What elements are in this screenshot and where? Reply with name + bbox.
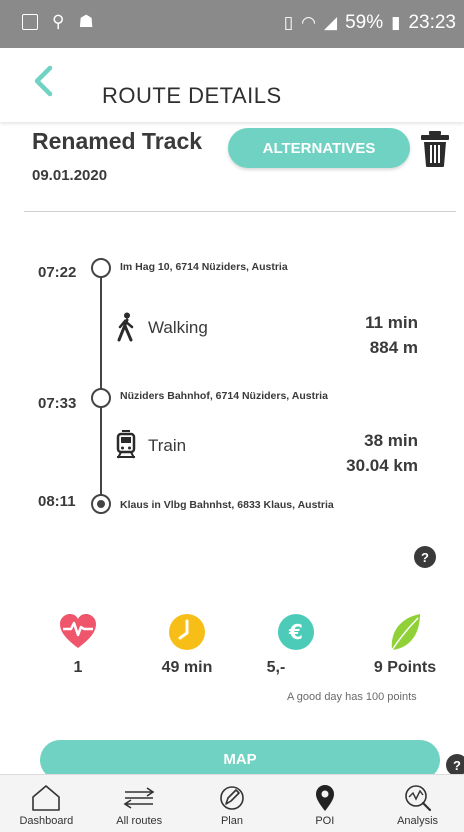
wifi-icon: ◠ <box>301 13 316 32</box>
track-name: Renamed Track <box>32 128 203 154</box>
nav-plan[interactable]: Plan <box>186 775 279 832</box>
nav-all-routes[interactable]: All routes <box>93 775 186 832</box>
train-icon <box>116 430 136 459</box>
leg-distance: 30.04 km <box>346 456 418 475</box>
route-line <box>100 268 102 504</box>
nav-dashboard[interactable]: Dashboard <box>0 775 93 832</box>
leg-duration: 11 min <box>365 313 418 332</box>
nav-label: All routes <box>116 815 163 827</box>
chevron-left-icon <box>34 65 53 97</box>
stop-address: Klaus in Vlbg Bahnhst, 6833 Klaus, Austr… <box>120 499 334 511</box>
help-button[interactable]: ? <box>446 754 464 776</box>
map-pin-icon <box>315 785 334 811</box>
analysis-icon <box>404 785 431 812</box>
android-icon: ☗ <box>78 12 94 31</box>
battery-percent: 59% <box>345 12 384 33</box>
leg-duration: 38 min <box>364 431 418 450</box>
nav-label: POI <box>315 815 335 827</box>
page-title: ROUTE DETAILS <box>102 83 282 108</box>
signal-icon: ◢ <box>323 13 338 32</box>
delete-button[interactable] <box>420 130 450 168</box>
svg-text:€: € <box>288 620 303 644</box>
status-bar: ⚲ ☗ ▯ ◠ ◢ 59% ▮ 23:23 <box>0 0 464 48</box>
home-icon <box>32 785 61 811</box>
battery-icon: ▮ <box>391 13 401 32</box>
health-value: 1 <box>73 659 83 676</box>
leaf-icon <box>391 614 420 651</box>
euro-icon: € <box>278 614 314 650</box>
destination-marker <box>91 494 111 514</box>
points-note: A good day has 100 points <box>287 691 417 703</box>
bottom-nav: Dashboard All routes Plan POI Analysis <box>0 774 464 832</box>
stop-time: 07:22 <box>38 264 77 281</box>
nav-label: Plan <box>220 815 243 827</box>
back-button[interactable] <box>30 64 56 98</box>
trash-icon <box>421 131 449 167</box>
nav-analysis[interactable]: Analysis <box>371 775 464 832</box>
nav-poi[interactable]: POI <box>278 775 371 832</box>
clock-icon <box>169 614 205 650</box>
usb-icon: ⚲ <box>52 12 65 31</box>
leg-mode: Train <box>148 436 187 455</box>
code-icon <box>22 14 38 30</box>
walking-icon <box>117 312 134 342</box>
help-button[interactable]: ? <box>414 546 436 568</box>
stop-time: 08:11 <box>38 493 76 510</box>
stop-address: Nüziders Bahnhof, 6714 Nüziders, Austria <box>120 390 328 402</box>
heart-rate-icon <box>60 614 96 648</box>
points-value: 9 Points <box>373 659 437 676</box>
leg-distance: 884 m <box>369 338 418 357</box>
nav-label: Analysis <box>397 815 439 827</box>
nav-label: Dashboard <box>19 815 74 827</box>
time-value: 49 min <box>161 659 213 676</box>
stop-marker <box>91 388 111 408</box>
vibrate-icon: ▯ <box>283 13 294 32</box>
divider <box>24 211 456 212</box>
leg-mode: Walking <box>148 318 208 337</box>
routes-icon <box>123 787 155 809</box>
cost-value: 5,- <box>266 659 286 676</box>
stop-time: 07:33 <box>38 395 77 412</box>
app-header: ROUTE DETAILS <box>0 48 464 122</box>
stop-address: Im Hag 10, 6714 Nüziders, Austria <box>120 261 288 273</box>
track-date: 09.01.2020 <box>32 167 108 184</box>
stop-marker <box>91 258 111 278</box>
pen-icon <box>220 786 244 810</box>
clock: 23:23 <box>408 12 456 33</box>
alternatives-button[interactable]: ALTERNATIVES <box>228 128 410 168</box>
